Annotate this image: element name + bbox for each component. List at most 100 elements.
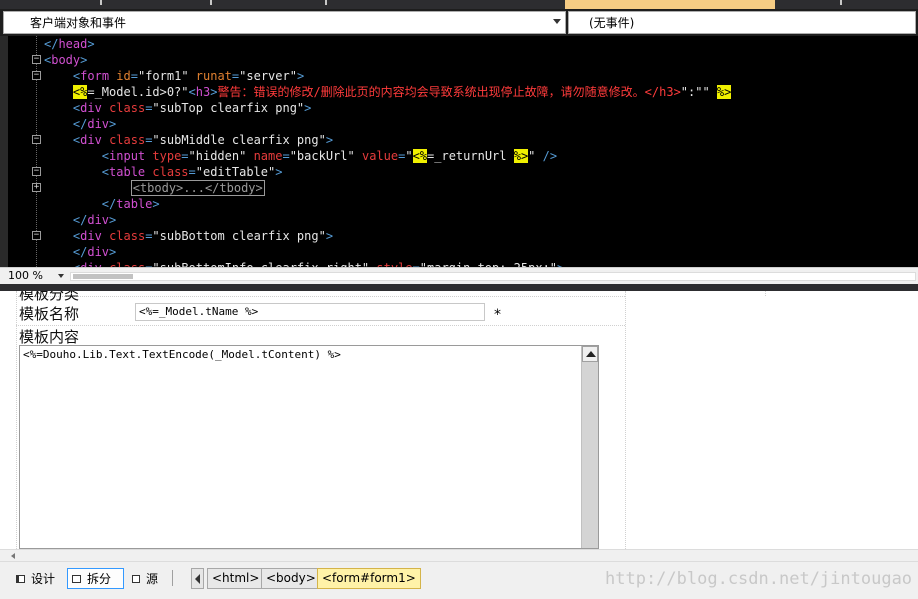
code-line[interactable]: − <div class="subBottom clearfix png"> (0, 228, 918, 244)
template-content-textarea[interactable]: <%=Douho.Lib.Text.TextEncode(_Model.tCon… (19, 345, 599, 549)
code-token: 警告：错误的修改/删除此页的内容均会导致系统出现停止故障，请勿随意修改。</h3… (217, 85, 681, 99)
code-line[interactable]: − <form id="form1" runat="server"> (0, 68, 918, 84)
tab-separator (100, 0, 102, 5)
collapse-icon[interactable]: − (32, 167, 41, 176)
expand-icon[interactable]: + (32, 183, 41, 192)
breadcrumb-form[interactable]: <form#form1> (317, 568, 421, 589)
events-dropdown[interactable]: (无事件) (568, 11, 916, 34)
zoom-level: 100 % (8, 269, 43, 282)
code-line[interactable]: </div> (0, 244, 918, 260)
breadcrumb-html[interactable]: <html> (207, 568, 265, 589)
code-text: <form id="form1" runat="server"> (44, 68, 304, 84)
collapse-icon[interactable]: − (32, 71, 41, 80)
collapse-icon[interactable]: − (32, 55, 41, 64)
split-view-button[interactable]: 拆分 (67, 568, 124, 589)
chevron-down-icon (553, 19, 561, 24)
scroll-up-icon[interactable] (582, 346, 598, 362)
code-text: </div> (44, 244, 116, 260)
editor-horizontal-scrollbar[interactable] (70, 272, 916, 281)
template-content-value: <%=Douho.Lib.Text.TextEncode(_Model.tCon… (23, 348, 341, 361)
code-token: "hidden" (188, 149, 247, 163)
collapse-icon[interactable]: − (32, 135, 41, 144)
code-token: > (87, 37, 95, 51)
breadcrumb-back-icon[interactable] (191, 568, 204, 589)
design-view-icon (16, 574, 25, 583)
collapse-icon[interactable]: − (32, 231, 41, 240)
code-token: > (109, 245, 117, 259)
client-objects-label: 客户端对象和事件 (30, 16, 127, 30)
code-line[interactable]: </div> (0, 116, 918, 132)
code-line[interactable]: <div class="subTop clearfix png"> (0, 100, 918, 116)
textarea-vertical-scrollbar[interactable] (581, 346, 598, 548)
code-token: id (116, 69, 131, 83)
layout-guide (765, 291, 766, 296)
code-token: " (181, 85, 189, 99)
code-token: =_returnUrl (427, 149, 514, 163)
code-line[interactable]: </head> (0, 36, 918, 52)
code-token: =_Model.id>0? (87, 85, 182, 99)
code-line[interactable]: − <body> (0, 52, 918, 68)
code-token: ":"" (680, 85, 717, 99)
source-code-editor[interactable]: </head> − <body> − <form id="form1" runat="… (0, 36, 918, 267)
source-view-button[interactable]: 源 (128, 568, 162, 589)
code-token: " (405, 149, 413, 163)
scrollbar-thumb[interactable] (73, 274, 133, 279)
document-tab-strip (0, 0, 918, 9)
code-line[interactable]: <%=_Model.id>0?"<h3>警告：错误的修改/删除此页的内容均会导致… (0, 84, 918, 100)
code-line[interactable]: </div> (0, 212, 918, 228)
code-token: </ (101, 197, 117, 211)
code-token: > (80, 53, 88, 67)
code-token: class (109, 133, 146, 147)
code-text: <div class="subBottomInfo clearfix right… (44, 260, 564, 267)
layout-guide (625, 291, 626, 549)
code-token: class (109, 229, 146, 243)
client-objects-dropdown[interactable]: 客户端对象和事件 (3, 11, 566, 34)
zoom-dropdown[interactable]: 100 % (8, 269, 66, 283)
code-token: class (152, 165, 189, 179)
code-token: form (80, 69, 110, 83)
code-line[interactable]: <input type="hidden" name="backUrl" valu… (0, 148, 918, 164)
split-view-label: 拆分 (87, 572, 112, 586)
code-token: < (101, 165, 110, 179)
code-token: <% (72, 85, 88, 99)
breadcrumb-body[interactable]: <body> (261, 568, 321, 589)
code-token: > (109, 117, 117, 131)
code-token: > (109, 213, 117, 227)
split-view-splitter[interactable] (0, 284, 918, 291)
code-token: "subTop clearfix png" (152, 101, 305, 115)
code-line[interactable]: + <tbody>...</tbody> (0, 180, 918, 196)
code-token: class (109, 101, 146, 115)
design-view-button[interactable]: 设计 (12, 568, 59, 589)
code-token: </ (44, 37, 59, 51)
code-line[interactable]: </table> (0, 196, 918, 212)
active-document-tab[interactable] (565, 0, 775, 9)
chevron-down-icon (58, 274, 64, 278)
code-token: "server" (239, 69, 297, 83)
tab-separator (325, 0, 327, 5)
code-token: table (109, 165, 146, 179)
design-surface[interactable]: 模板分类 模板名称 <%=_Model.tName %> * 模板内容 <%=D… (0, 291, 918, 549)
code-token: "form1" (137, 69, 189, 83)
design-horizontal-scrollbar[interactable] (0, 549, 918, 561)
code-text: <tbody>...</tbody> (44, 180, 265, 196)
code-line[interactable]: − <table class="editTable"> (0, 164, 918, 180)
code-text: <div class="subTop clearfix png"> (44, 100, 311, 116)
code-token: %> (716, 85, 732, 99)
code-token: </ (72, 117, 88, 131)
code-token: type (152, 149, 182, 163)
code-token: div (80, 133, 102, 147)
code-token: > (275, 165, 283, 179)
code-line[interactable]: − <div class="subMiddle clearfix png"> (0, 132, 918, 148)
tab-separator (210, 0, 212, 5)
events-label: (无事件) (589, 16, 635, 30)
code-token: <% (412, 149, 428, 163)
template-name-input[interactable]: <%=_Model.tName %> (135, 303, 485, 321)
scroll-left-icon[interactable] (11, 553, 15, 559)
code-line[interactable]: <div class="subBottomInfo clearfix right… (0, 260, 918, 267)
